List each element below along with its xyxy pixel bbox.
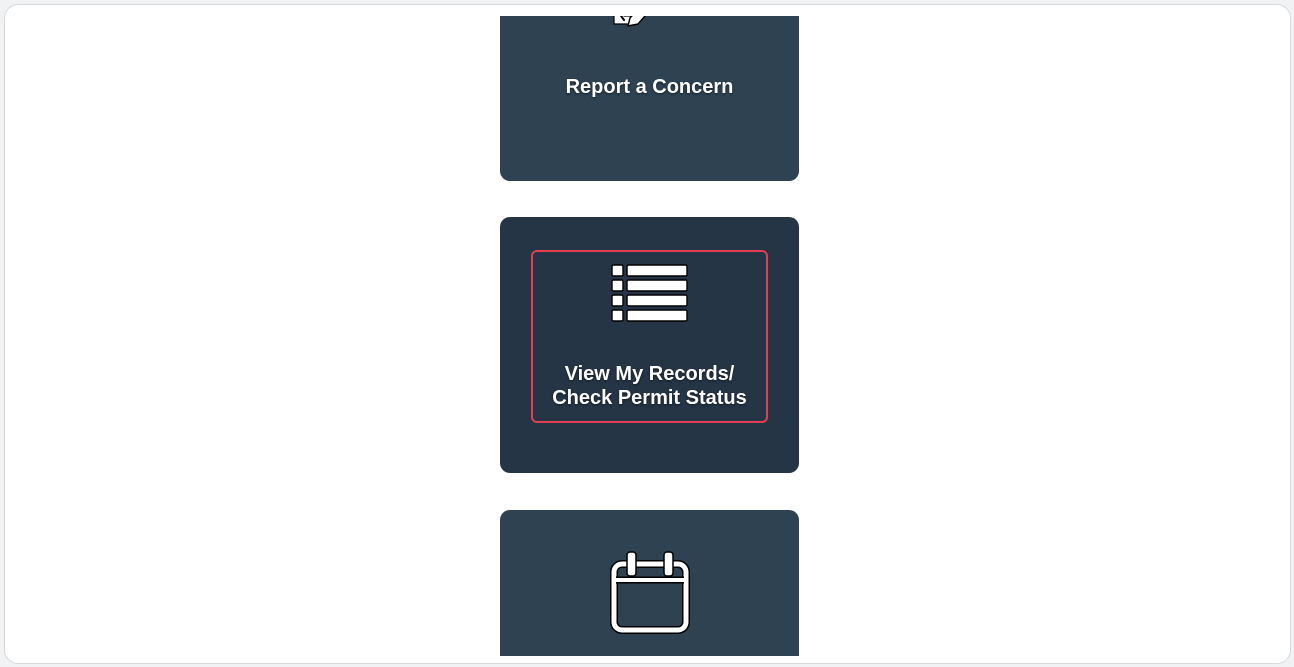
view-records-label-line1: View My Records/ [564, 363, 735, 385]
report-concern-label: Report a Concern [565, 76, 734, 98]
page-viewport: Report a Concern View My Records/ Check … [5, 16, 1290, 656]
view-records-label: View My Records/ Check Permit Status [500, 362, 799, 410]
report-concern-tile[interactable]: Report a Concern [500, 16, 799, 181]
view-records-tile[interactable]: View My Records/ Check Permit Status [500, 217, 799, 473]
calendar-icon [610, 550, 690, 634]
calendar-tile[interactable] [500, 510, 799, 656]
view-records-label-line2: Check Permit Status [552, 387, 747, 409]
screenshot-frame: Report a Concern View My Records/ Check … [4, 4, 1291, 664]
list-icon [610, 263, 690, 325]
pencil-square-icon [610, 16, 660, 30]
